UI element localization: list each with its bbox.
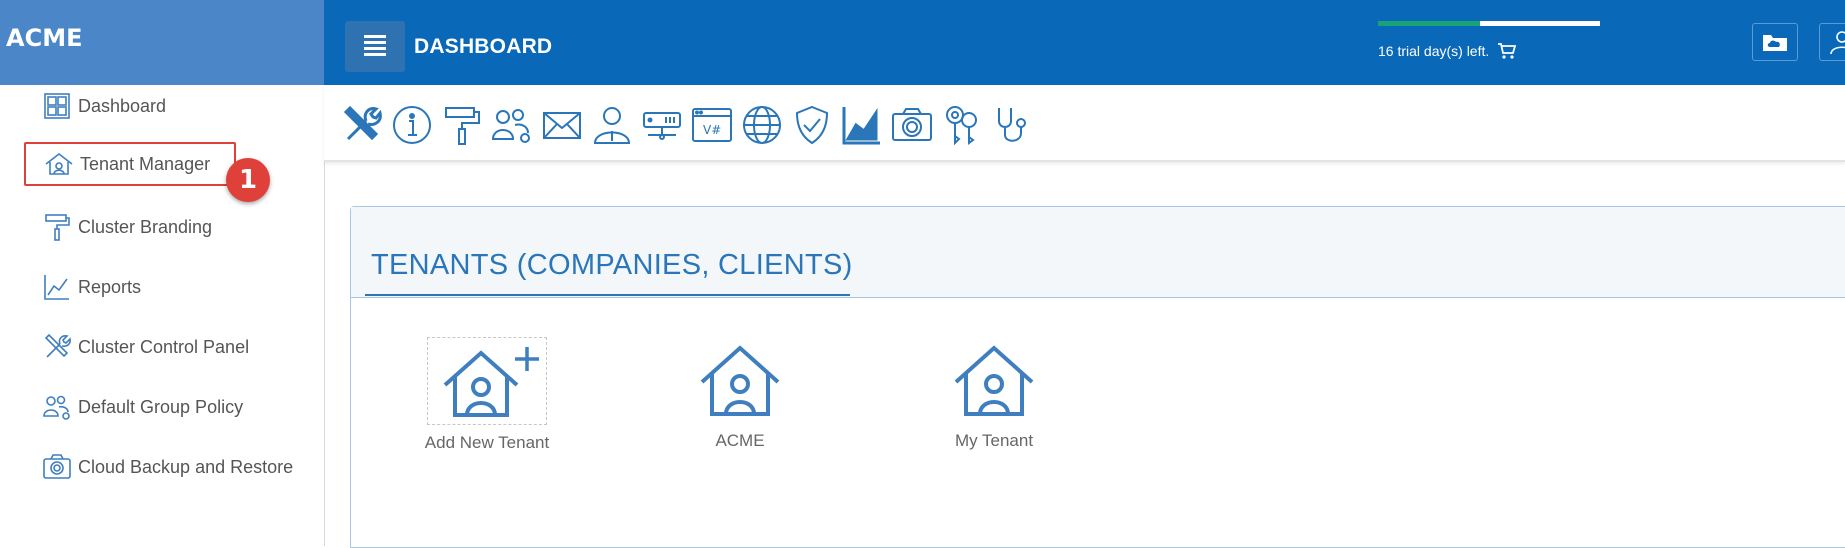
toolbar-group-policy-button[interactable] bbox=[490, 103, 534, 147]
sidebar-item-label: Cloud Backup and Restore bbox=[78, 456, 294, 477]
cart-icon[interactable] bbox=[1497, 41, 1517, 61]
cloud-folder-button[interactable] bbox=[1752, 23, 1798, 61]
tenant-card-my-tenant[interactable]: My Tenant bbox=[919, 337, 1069, 451]
tenant-card-acme[interactable]: ACME bbox=[665, 337, 815, 451]
top-header: DASHBOARD 16 trial day(s) left. bbox=[324, 0, 1845, 85]
sidebar-item-label: Tenant Manager bbox=[80, 153, 211, 174]
sidebar-item-default-group-policy[interactable]: Default Group Policy bbox=[42, 390, 243, 424]
user-icon bbox=[593, 107, 631, 144]
tools-icon bbox=[343, 105, 382, 141]
panel-title: TENANTS (COMPANIES, CLIENTS) bbox=[371, 249, 853, 281]
toolbar-code-window-button[interactable]: V# bbox=[690, 103, 734, 147]
toolbar-mail-button[interactable] bbox=[540, 103, 584, 147]
tenant-icon-box bbox=[681, 337, 799, 423]
group-gear-icon bbox=[491, 109, 530, 143]
sidebar: ACME Dashboard Tenant Manager 1 Cluster … bbox=[0, 0, 325, 546]
mail-icon bbox=[543, 112, 581, 139]
tools-icon bbox=[44, 333, 71, 358]
trial-text[interactable]: 16 trial day(s) left. bbox=[1378, 41, 1517, 61]
toolbar-diagnostics-button[interactable] bbox=[990, 103, 1034, 147]
globe-icon bbox=[743, 106, 781, 144]
tenants-panel: TENANTS (COMPANIES, CLIENTS) Add New Ten… bbox=[350, 206, 1845, 548]
title-underline bbox=[365, 294, 850, 296]
paint-roller-icon bbox=[445, 107, 480, 145]
tenant-house-icon bbox=[700, 345, 780, 416]
toolbar-user-button[interactable] bbox=[590, 103, 634, 147]
trial-status: 16 trial day(s) left. bbox=[1378, 15, 1618, 73]
annotation-badge: 1 bbox=[226, 158, 270, 202]
svg-text:V#: V# bbox=[703, 123, 721, 137]
hamburger-icon bbox=[364, 41, 386, 44]
trial-days-left: 16 trial day(s) left. bbox=[1378, 43, 1490, 59]
sidebar-item-cluster-branding[interactable]: Cluster Branding bbox=[42, 210, 212, 244]
sidebar-item-cluster-control-panel[interactable]: Cluster Control Panel bbox=[42, 330, 249, 364]
sidebar-item-tenant-manager[interactable]: Tenant Manager bbox=[24, 142, 236, 186]
add-tenant-icon-box bbox=[427, 337, 547, 425]
server-icon bbox=[643, 112, 681, 140]
camera-icon bbox=[43, 454, 71, 479]
hamburger-menu-button[interactable] bbox=[345, 21, 405, 72]
shield-check-icon bbox=[795, 105, 829, 145]
sidebar-item-label: Cluster Control Panel bbox=[78, 336, 250, 357]
sidebar-item-cloud-backup-restore[interactable]: Cloud Backup and Restore bbox=[42, 450, 293, 484]
toolbar-license-button[interactable] bbox=[940, 103, 984, 147]
toolbar-reports-button[interactable] bbox=[840, 103, 884, 147]
group-gear-icon bbox=[43, 395, 70, 420]
paint-roller-icon bbox=[45, 214, 70, 241]
toolbar-security-button[interactable] bbox=[790, 103, 834, 147]
sidebar-item-label: Cluster Branding bbox=[78, 216, 213, 237]
panel-header: TENANTS (COMPANIES, CLIENTS) bbox=[351, 207, 1845, 298]
tenant-label: My Tenant bbox=[954, 431, 1034, 450]
user-icon bbox=[1830, 31, 1845, 55]
sidebar-item-label: Reports bbox=[78, 276, 142, 297]
add-tenant-icon bbox=[443, 347, 539, 417]
dashboard-icon bbox=[44, 93, 70, 119]
tenant-icon-box bbox=[935, 337, 1053, 423]
sidebar-item-reports[interactable]: Reports bbox=[42, 270, 141, 304]
info-icon bbox=[393, 106, 431, 144]
toolbar-branding-button[interactable] bbox=[440, 103, 484, 147]
tenant-label: Add New Tenant bbox=[424, 433, 550, 452]
quick-toolbar: V# bbox=[324, 85, 1845, 162]
toolbar-backup-button[interactable] bbox=[890, 103, 934, 147]
toolbar-tools-button[interactable] bbox=[340, 103, 384, 147]
page-title: DASHBOARD bbox=[414, 35, 553, 58]
tenant-house-icon bbox=[45, 152, 73, 175]
toolbar-info-button[interactable] bbox=[390, 103, 434, 147]
cloud-folder-icon bbox=[1763, 35, 1787, 51]
sidebar-item-label: Default Group Policy bbox=[78, 396, 244, 417]
add-new-tenant-button[interactable]: Add New Tenant bbox=[412, 337, 562, 453]
tenant-house-icon bbox=[954, 345, 1034, 416]
trial-progress-bar bbox=[1378, 21, 1600, 26]
toolbar-globe-button[interactable] bbox=[740, 103, 784, 147]
user-profile-button[interactable] bbox=[1819, 23, 1845, 61]
brand-logo: ACME bbox=[0, 0, 324, 85]
sidebar-item-dashboard[interactable]: Dashboard bbox=[42, 89, 166, 123]
keys-icon bbox=[946, 106, 977, 146]
camera-icon bbox=[892, 108, 932, 141]
stethoscope-icon bbox=[998, 108, 1026, 142]
csharp-window-icon: V# bbox=[692, 108, 732, 142]
chart-icon bbox=[44, 275, 69, 300]
tenant-label: ACME bbox=[715, 431, 765, 450]
sidebar-item-label: Dashboard bbox=[78, 95, 167, 116]
chart-icon bbox=[842, 107, 880, 145]
toolbar-server-button[interactable] bbox=[640, 103, 684, 147]
trial-progress-fill bbox=[1378, 21, 1481, 26]
